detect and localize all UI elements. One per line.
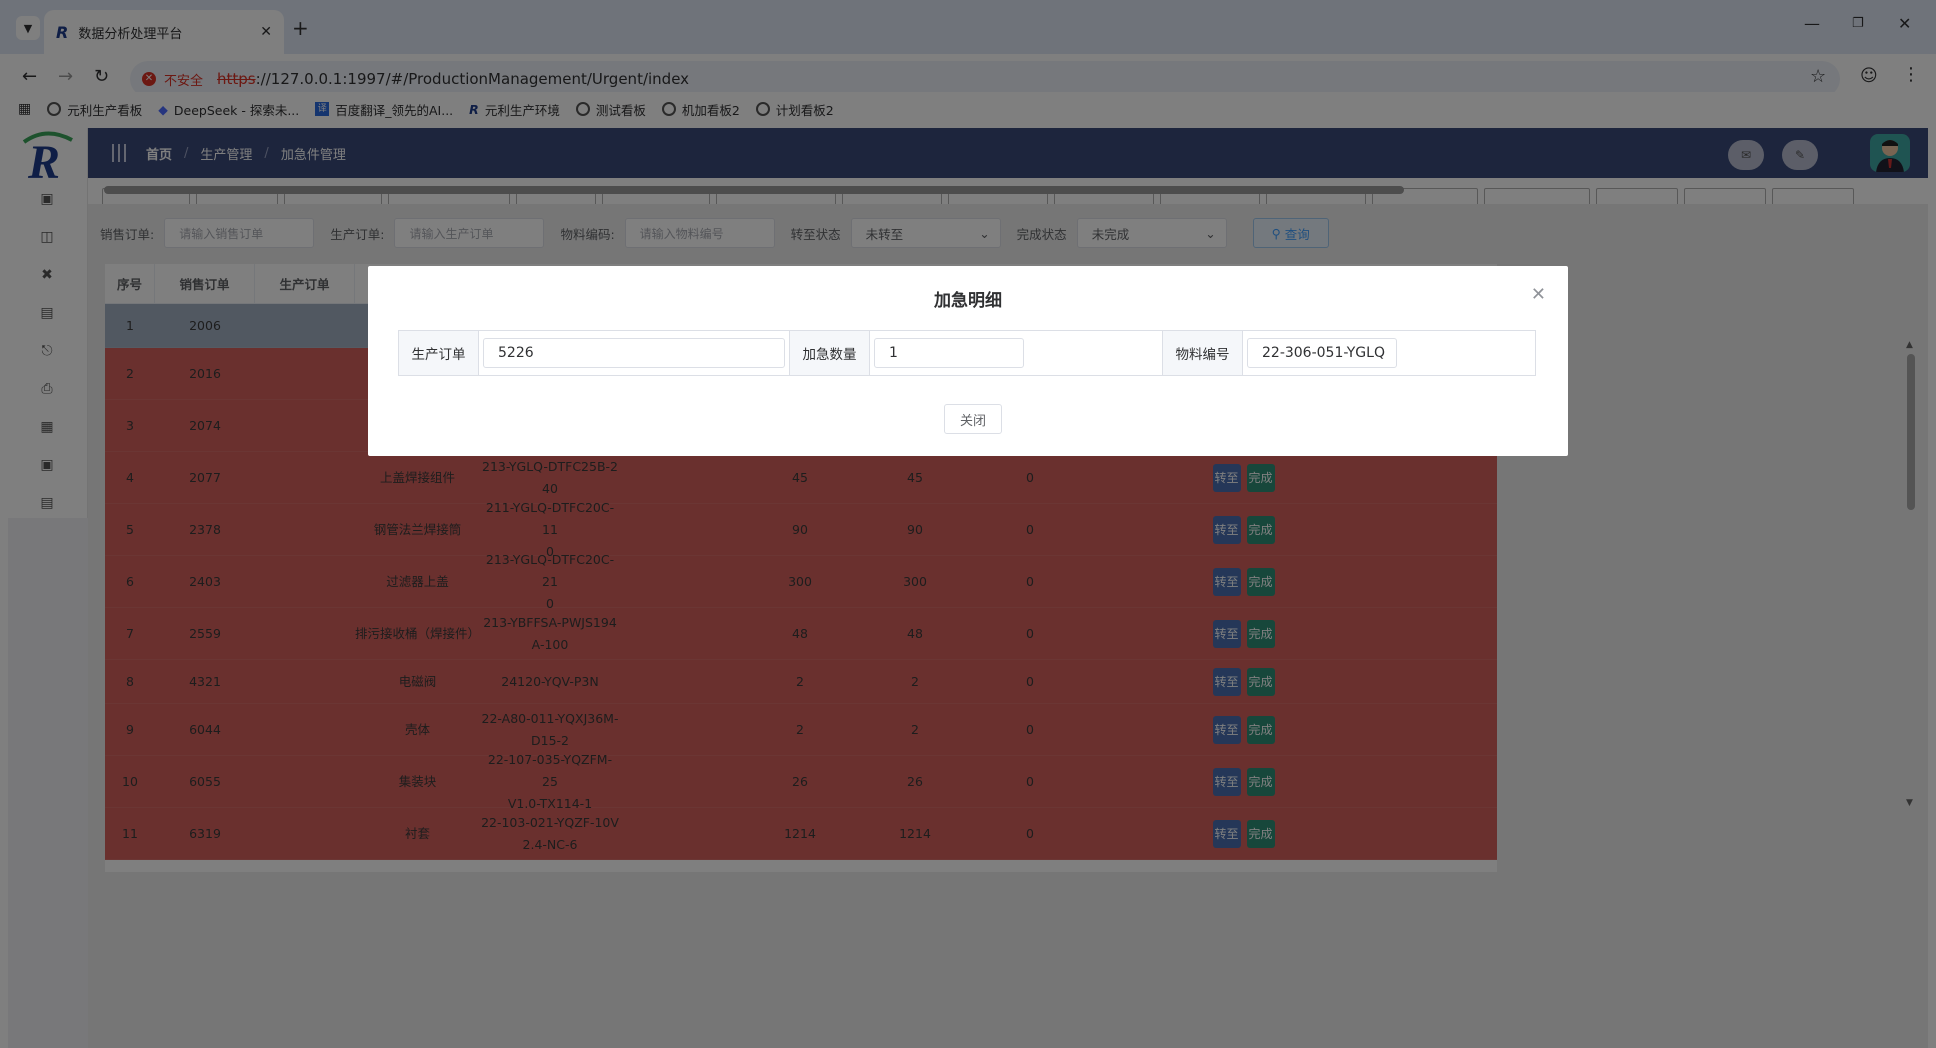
material-code-field[interactable]: 22-306-051-YGLQ <box>1247 338 1397 368</box>
prod-order-label: 生产订单 <box>399 331 479 375</box>
material-code-label: 物料编号 <box>1163 331 1243 375</box>
modal-overlay <box>0 0 1936 1048</box>
close-button[interactable]: 关闭 <box>944 404 1002 434</box>
dialog-title: 加急明细 <box>934 291 1002 311</box>
urgent-detail-dialog: 加急明细 ✕ 生产订单 5226 加急数量 1 物料编号 22-306-051-… <box>368 266 1568 456</box>
urgent-qty-field[interactable]: 1 <box>874 338 1024 368</box>
urgent-qty-label: 加急数量 <box>790 331 870 375</box>
close-icon[interactable]: ✕ <box>1531 284 1546 305</box>
detail-table: 生产订单 5226 加急数量 1 物料编号 22-306-051-YGLQ <box>398 330 1536 376</box>
prod-order-field[interactable]: 5226 <box>483 338 785 368</box>
